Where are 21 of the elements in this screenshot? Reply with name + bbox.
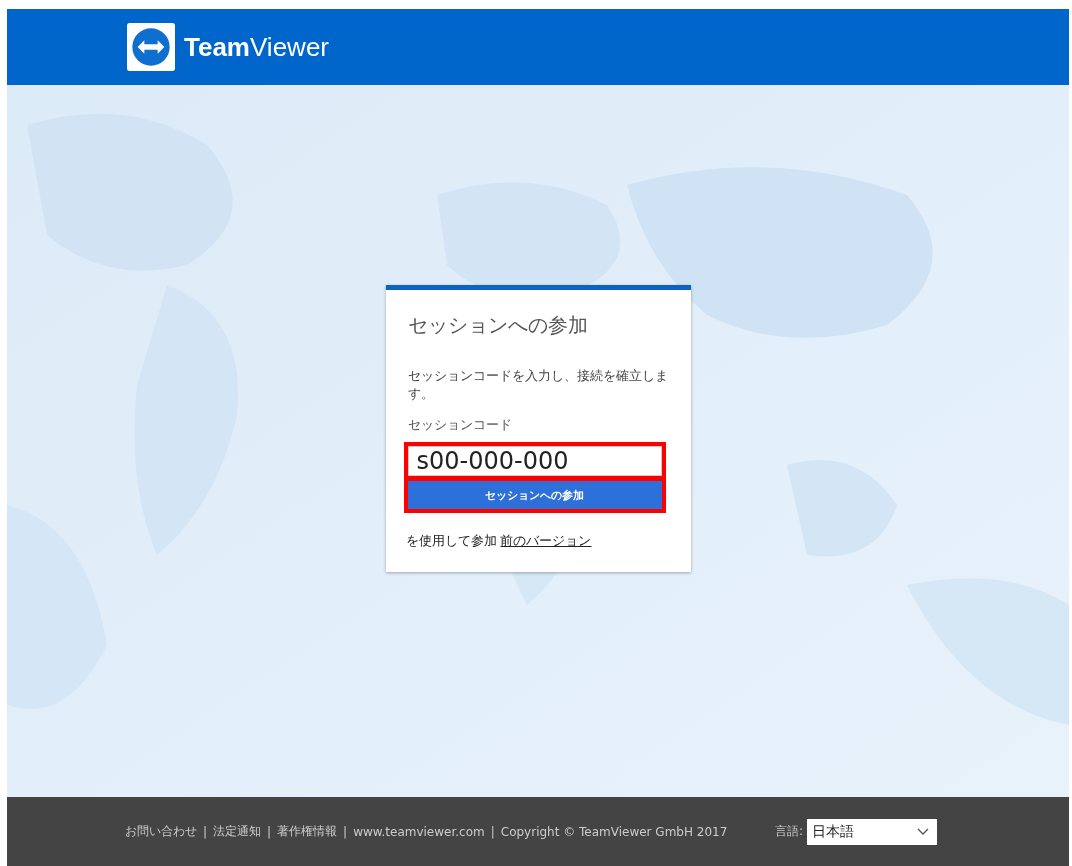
separator-text: |	[267, 824, 272, 839]
separator-text: |	[203, 824, 208, 839]
footer-link[interactable]: お問い合わせ	[125, 823, 197, 840]
chevron-down-icon	[917, 827, 929, 836]
card-description: セッションコードを入力し、接続を確立します。	[407, 367, 669, 403]
double-arrow-logo-icon	[127, 23, 175, 71]
copyright-text: Copyright © TeamViewer GmbH 2017	[500, 824, 728, 839]
separator-text: |	[490, 824, 495, 839]
language-label: 言語:	[774, 823, 803, 840]
footer-link[interactable]: www.teamviewer.com	[353, 824, 485, 839]
separator-text: |	[343, 824, 348, 839]
footer-link[interactable]: 法定通知	[213, 823, 262, 840]
card-title: セッションへの参加	[407, 312, 589, 339]
previous-version-link[interactable]: 前のバージョン	[500, 533, 592, 548]
field-label: セッションコード	[407, 417, 513, 434]
join-prefix-text: を使用して参加	[405, 533, 497, 548]
footer-link[interactable]: 著作権情報	[277, 823, 338, 840]
join-button[interactable]: セッションへの参加	[407, 481, 662, 509]
language-select[interactable]: 日本語	[807, 818, 937, 845]
brand-name: TeamViewer	[184, 31, 329, 63]
session-code-field[interactable]: s00-000-000	[407, 446, 662, 476]
